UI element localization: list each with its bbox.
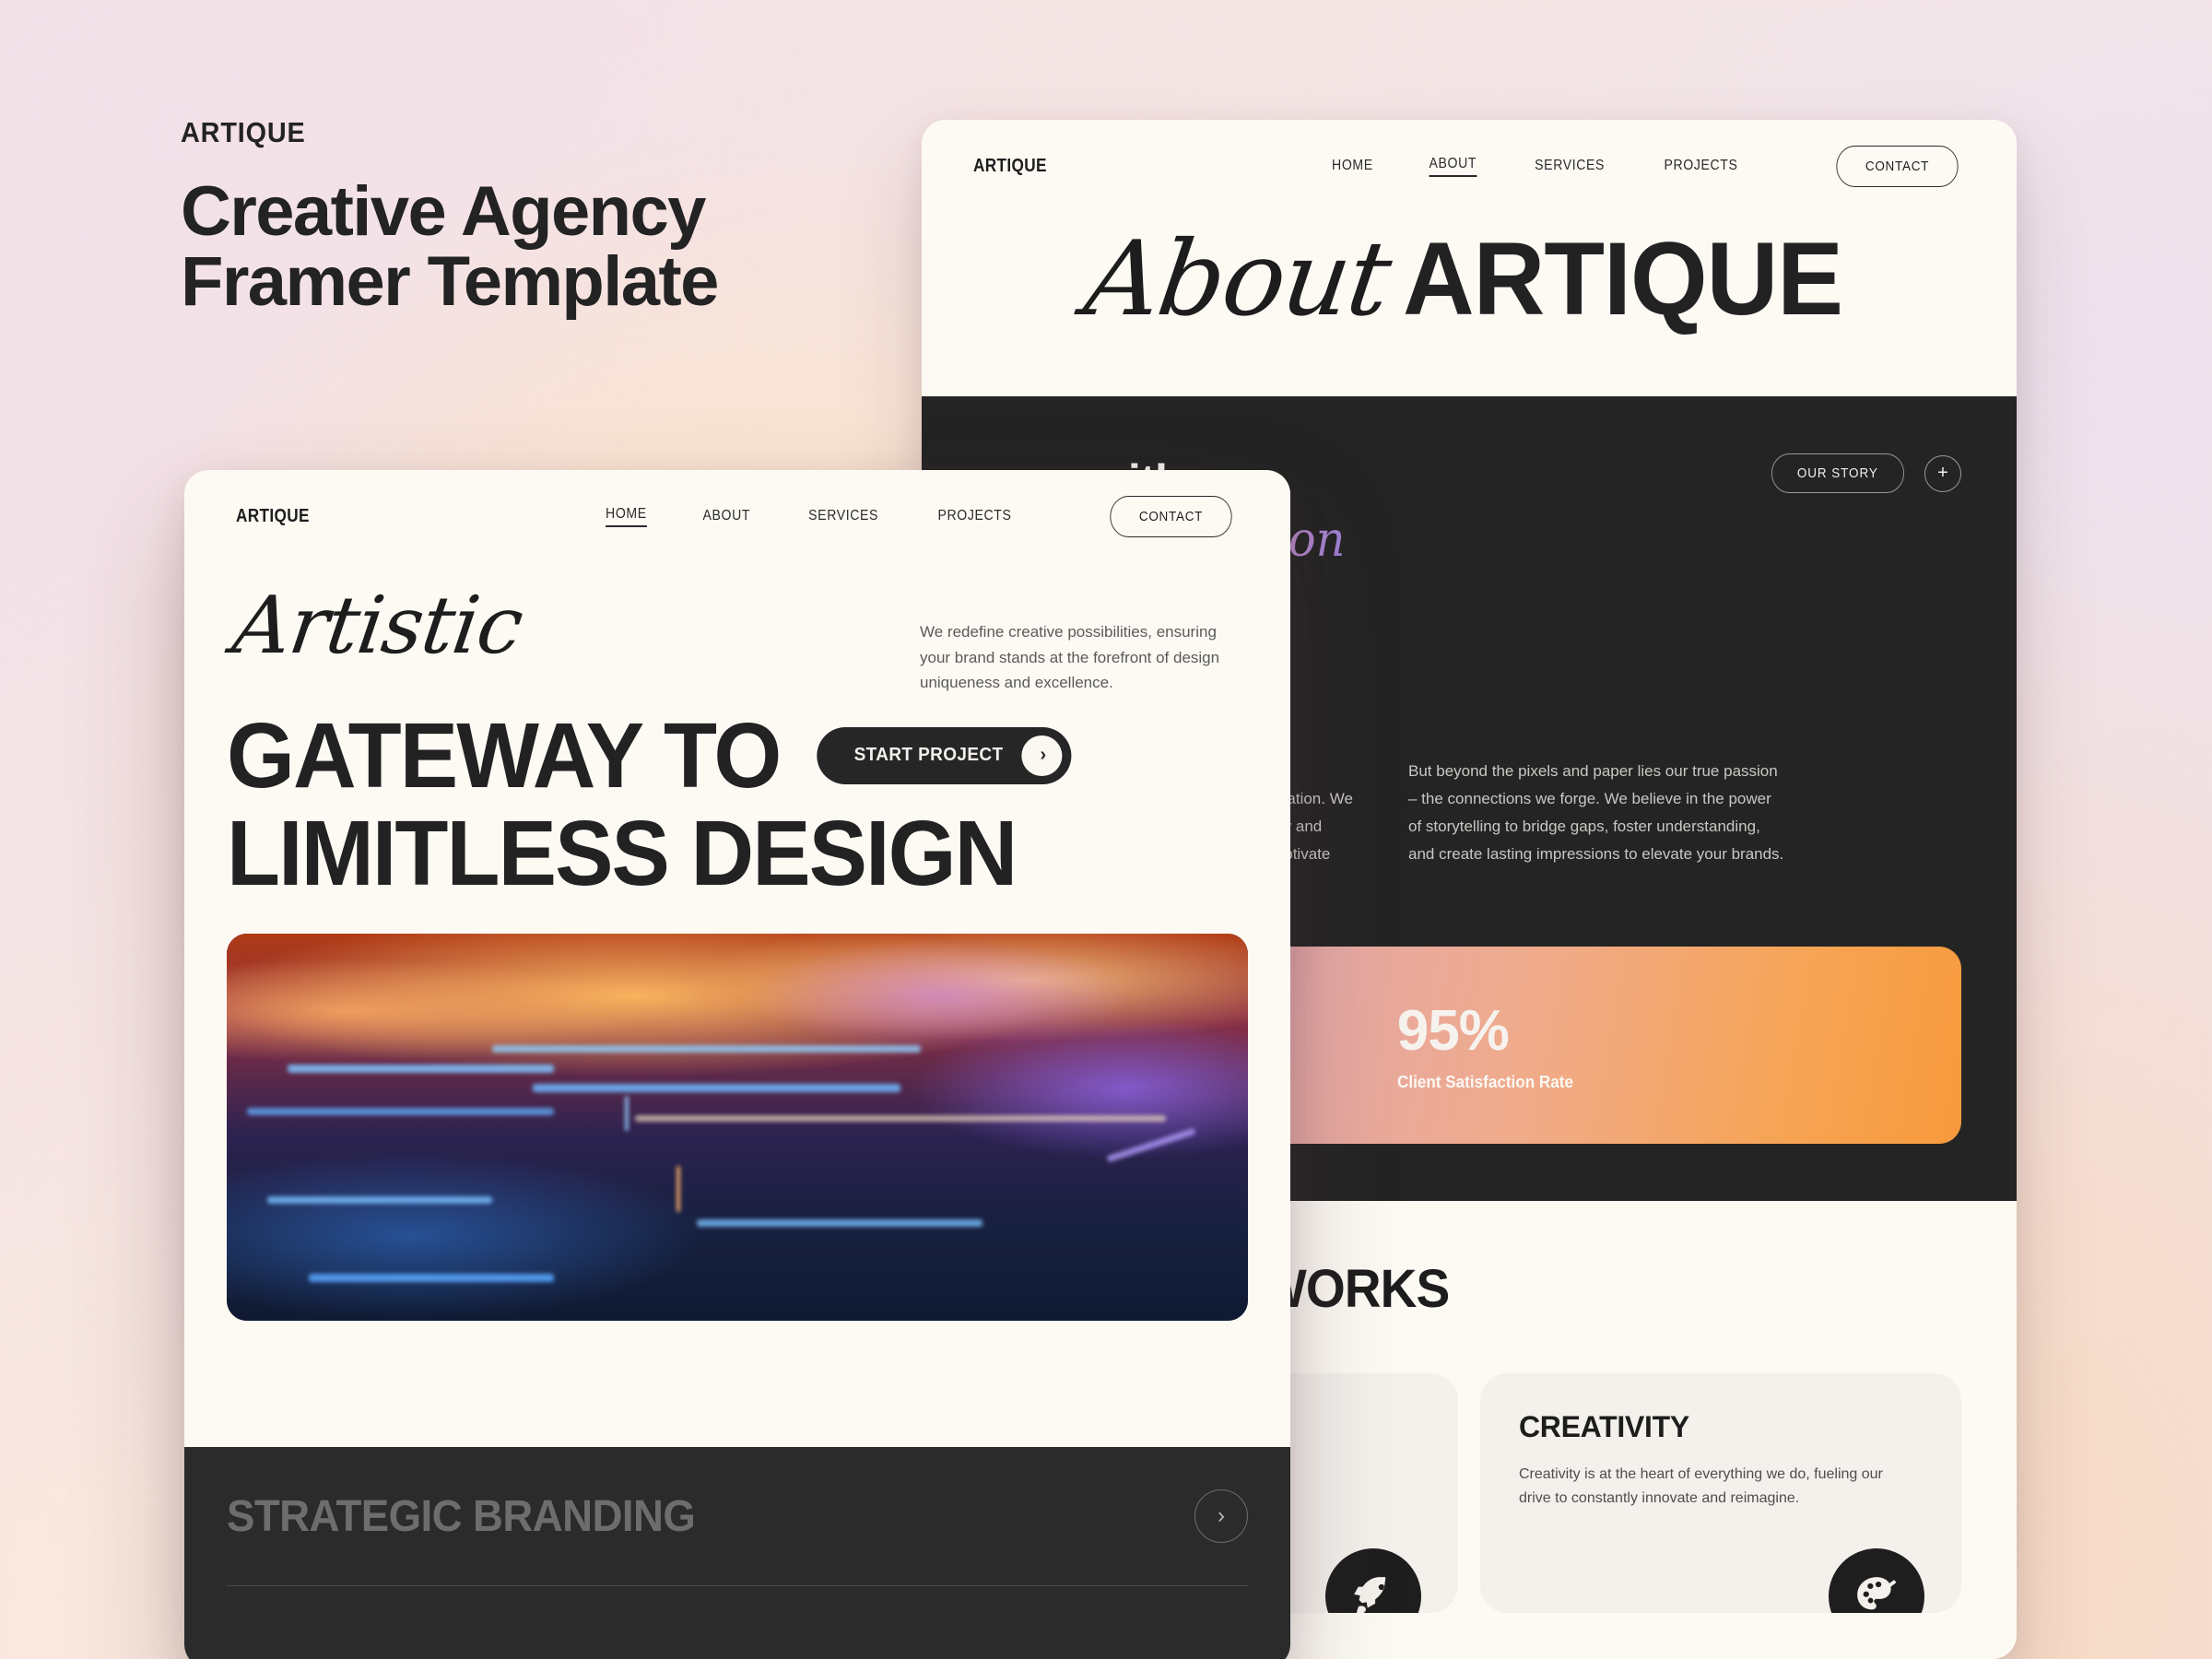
home-services-band: STRATEGIC BRANDING › [184,1447,1290,1659]
palette-icon [1829,1548,1924,1614]
home-heading-large: GATEWAY TO START PROJECT › LIMITLESS DES… [227,707,1197,902]
chevron-right-icon[interactable]: › [1194,1489,1248,1543]
about-hero-heading: About ARTIQUE [922,219,2017,339]
home-heading-line-1: GATEWAY TO [227,703,782,807]
service-name: STRATEGIC BRANDING [227,1491,696,1541]
home-nav-logo[interactable]: ARTIQUE [236,506,310,527]
home-nav-link-home[interactable]: HOME [606,506,648,527]
about-contact-button[interactable]: CONTACT [1836,145,1959,187]
start-project-button[interactable]: START PROJECT › [817,726,1072,784]
hero-image-glow [227,933,1248,1321]
about-hero-section: ARTIQUE HOME ABOUT SERVICES PROJECTS CON… [922,120,2017,396]
stat-label-1: Client Satisfaction Rate [1396,1073,1573,1092]
story-actions: OUR STORY + [1764,448,1961,493]
stat-item-1: 95% Client Satisfaction Rate [1397,998,1583,1092]
service-row[interactable]: STRATEGIC BRANDING › [227,1447,1248,1585]
rocket-icon [1325,1548,1421,1614]
hero-image-streak [288,1065,554,1074]
hero-image-streak [625,1095,629,1131]
promo-title: Creative Agency Framer Template [181,177,881,317]
home-contact-button[interactable]: CONTACT [1110,495,1232,537]
hero-image-streak [676,1165,680,1212]
story-paragraph-2: But beyond the pixels and paper lies our… [1408,762,1784,863]
our-story-button[interactable]: OUR STORY [1771,453,1905,493]
works-card-body: Creativity is at the heart of everything… [1519,1466,1883,1507]
home-page-window: ARTIQUE HOME ABOUT SERVICES PROJECTS CON… [184,470,1290,1659]
home-hero-copy: We redefine creative possibilities, ensu… [920,623,1220,692]
home-navbar: ARTIQUE HOME ABOUT SERVICES PROJECTS CON… [184,470,1290,562]
home-nav-links: HOME ABOUT SERVICES PROJECTS CONTACT [603,495,1239,537]
hero-image-streak [533,1084,901,1093]
chevron-right-icon: › [1021,735,1063,776]
hero-image-streak [308,1274,554,1283]
about-heading-script: About [1077,219,1397,339]
hero-image [227,933,1248,1321]
about-nav-link-services[interactable]: SERVICES [1535,158,1605,174]
home-heading-line-1-row: GATEWAY TO START PROJECT › [227,707,1197,805]
hero-image-streak [635,1114,1167,1122]
hero-image-streak [696,1219,982,1228]
home-nav-link-about[interactable]: ABOUT [703,508,751,524]
hero-image-streak [492,1045,922,1053]
service-divider [227,1585,1248,1586]
poster-stage: ARTIQUE Creative Agency Framer Template … [0,0,2212,1659]
home-hero-top-row: Artistic We redefine creative possibilit… [227,562,1248,696]
about-nav-logo[interactable]: ARTIQUE [973,156,1047,177]
start-project-label: START PROJECT [853,745,1004,765]
about-nav-links: HOME ABOUT SERVICES PROJECTS CONTACT [1329,145,1965,187]
works-card[interactable]: CREATIVITY Creativity is at the heart of… [1480,1373,1961,1614]
about-navbar: ARTIQUE HOME ABOUT SERVICES PROJECTS CON… [922,120,2017,212]
about-nav-link-projects[interactable]: PROJECTS [1665,158,1738,174]
home-heading-line-2: LIMITLESS DESIGN [227,801,1018,905]
promo-copy: ARTIQUE Creative Agency Framer Template [181,116,881,317]
hero-image-streak [267,1196,493,1205]
home-hero: Artistic We redefine creative possibilit… [184,562,1290,1321]
promo-title-line-1: Creative Agency [181,172,706,251]
plus-icon[interactable]: + [1924,454,1961,492]
promo-title-line-2: Framer Template [181,242,719,321]
home-nav-link-services[interactable]: SERVICES [808,508,878,524]
stat-value-1: 95% [1396,999,1510,1064]
about-nav-link-home[interactable]: HOME [1332,158,1373,174]
home-nav-link-projects[interactable]: PROJECTS [938,508,1012,524]
works-card-title: CREATIVITY [1519,1410,1689,1444]
home-heading-script: Artistic [227,580,528,672]
about-heading-bold: ARTIQUE [1403,221,1843,336]
about-nav-link-about[interactable]: ABOUT [1429,156,1477,177]
hero-image-streak [247,1107,554,1115]
promo-brand: ARTIQUE [181,116,306,148]
